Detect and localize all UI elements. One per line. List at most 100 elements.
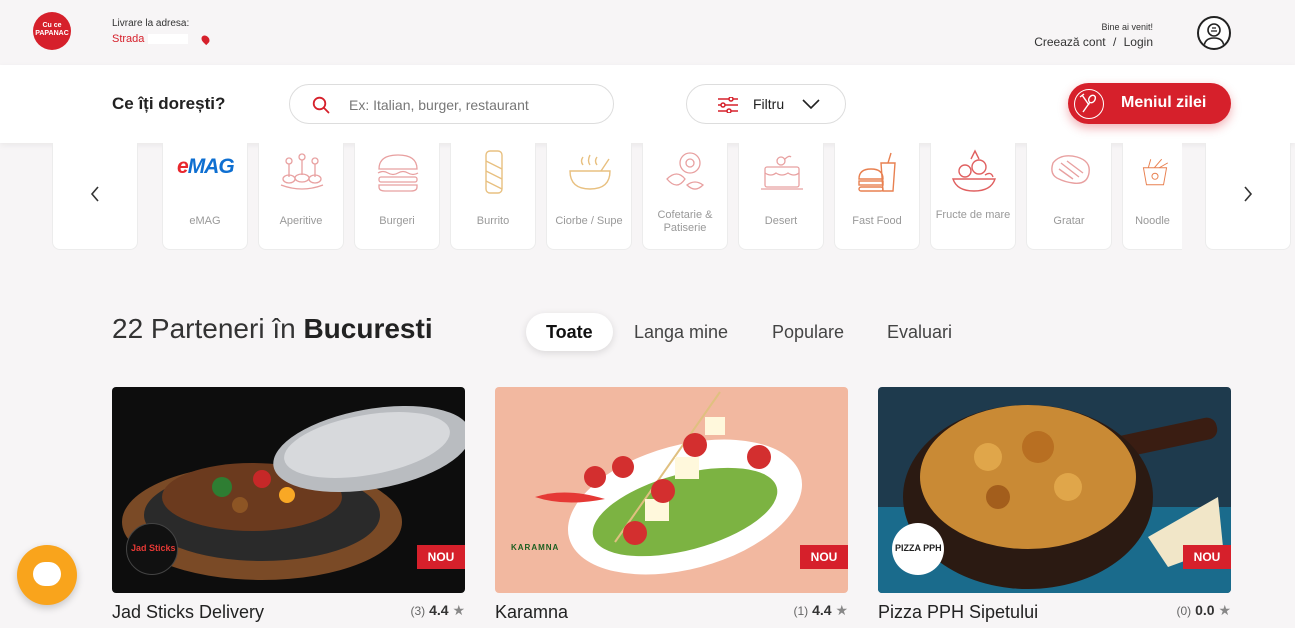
delivery-label: Livrare la adresa:	[112, 18, 190, 29]
site-logo[interactable]: Cu ce PAPANAC	[33, 12, 71, 50]
restaurant-name[interactable]: Karamna	[495, 602, 568, 623]
review-count: (3)	[410, 604, 426, 618]
rating-value: 4.4	[812, 602, 832, 618]
review-count: (1)	[793, 604, 809, 618]
account-area: Bine ai venit! Creează cont / Login	[1034, 22, 1153, 49]
restaurant-logo: PIZZA PPH	[892, 523, 944, 575]
restaurant-name[interactable]: Pizza PPH Sipetului	[878, 602, 1038, 623]
soup-bowl-icon	[569, 154, 611, 190]
restaurant-card[interactable]: KARAMNA NOU Karamna (1) 4.4 ★	[495, 387, 848, 622]
user-avatar-icon[interactable]	[1197, 16, 1231, 50]
filter-label: Filtru	[753, 96, 785, 112]
tab-evaluari[interactable]: Evaluari	[887, 313, 952, 351]
category-label: Burgeri	[379, 215, 415, 227]
review-count: (0)	[1176, 604, 1192, 618]
restaurant-logo: KARAMNA	[511, 543, 560, 552]
logo-text: Cu ce PAPANAC	[35, 22, 69, 37]
category-label: Desert	[764, 215, 798, 227]
category-label: Gratar	[1053, 215, 1085, 227]
restaurant-rating: (1) 4.4 ★	[794, 602, 848, 619]
search-question: Ce îți dorești?	[112, 94, 226, 113]
star-icon: ★	[1218, 602, 1231, 618]
category-fructe-de-mare[interactable]: Fructe de mare	[930, 143, 1016, 250]
new-badge: NOU	[800, 545, 848, 569]
cake-icon	[761, 155, 803, 190]
category-emag[interactable]: eMAG eMAG	[162, 143, 248, 250]
partners-heading: 22 Parteneri în Bucuresti	[112, 313, 433, 345]
category-burgeri[interactable]: Burgeri	[354, 143, 440, 250]
category-label: Fructe de mare	[935, 209, 1011, 221]
category-next-button[interactable]	[1205, 143, 1291, 250]
map-pin-icon	[200, 33, 212, 45]
category-desert[interactable]: Desert	[738, 143, 824, 250]
chevron-left-icon	[89, 185, 101, 208]
category-burrito[interactable]: Burrito	[450, 143, 536, 250]
category-fast-food[interactable]: Fast Food	[834, 143, 920, 250]
chat-bubble-icon	[33, 562, 61, 586]
emag-logo: eMAG	[177, 155, 235, 178]
cutlery-icon	[1074, 89, 1104, 119]
partners-count: 22 Parteneri în	[112, 313, 296, 344]
restaurant-photo[interactable]: Jad Sticks NOU	[112, 387, 465, 593]
seafood-icon	[952, 149, 996, 192]
burger-icon	[377, 154, 419, 192]
tab-toate[interactable]: Toate	[526, 313, 613, 351]
category-strip: eMAG eMAG Aperitive Burgeri Burrito Cior…	[0, 143, 1295, 253]
category-label: Cofetarie & Patiserie	[657, 209, 713, 234]
tab-populare[interactable]: Populare	[772, 313, 844, 351]
delivery-address-text: Strada	[112, 33, 145, 45]
chevron-down-icon	[801, 97, 821, 116]
top-bar: Cu ce PAPANAC Livrare la adresa: Strada …	[0, 0, 1295, 65]
login-link[interactable]: Login	[1124, 35, 1153, 49]
daily-menu-label: Meniul zilei	[1121, 94, 1207, 111]
search-icon	[312, 96, 330, 119]
new-badge: NOU	[417, 545, 465, 569]
search-input[interactable]	[349, 95, 589, 115]
category-label: Aperitive	[279, 215, 323, 227]
rating-value: 4.4	[429, 602, 449, 618]
new-badge: NOU	[1183, 545, 1231, 569]
rating-value: 0.0	[1195, 602, 1215, 618]
restaurant-logo: Jad Sticks	[126, 523, 178, 575]
category-label: eMAG	[189, 215, 221, 227]
pastry-icon	[666, 152, 704, 190]
category-prev-button[interactable]	[52, 143, 138, 250]
category-gratar[interactable]: Gratar	[1026, 143, 1112, 250]
chat-button[interactable]	[17, 545, 77, 605]
category-label: Ciorbe / Supe	[555, 215, 623, 227]
restaurant-rating: (0) 0.0 ★	[1177, 602, 1231, 619]
star-icon: ★	[835, 602, 848, 618]
search-box[interactable]	[289, 84, 614, 124]
fast-food-icon	[858, 152, 896, 192]
burrito-icon	[485, 150, 503, 194]
search-bar: Ce îți dorești? Filtru Meniul zilei	[0, 65, 1295, 143]
restaurant-photo[interactable]: PIZZA PPH NOU	[878, 387, 1231, 593]
partners-city: Bucuresti	[303, 313, 433, 344]
star-icon: ★	[452, 602, 465, 618]
create-account-link[interactable]: Creează cont	[1034, 35, 1105, 49]
category-ciorbe-supe[interactable]: Ciorbe / Supe	[546, 143, 632, 250]
chevron-right-icon	[1242, 185, 1254, 208]
link-separator: /	[1112, 35, 1117, 49]
sliders-icon	[717, 96, 739, 118]
tab-langa-mine[interactable]: Langa mine	[634, 313, 728, 351]
noodle-box-icon	[1142, 158, 1169, 186]
steak-icon	[1051, 155, 1090, 184]
category-aperitive[interactable]: Aperitive	[258, 143, 344, 250]
delivery-address[interactable]: Livrare la adresa: Strada	[112, 18, 212, 45]
category-label: Fast Food	[852, 215, 902, 227]
address-redaction	[148, 34, 189, 44]
category-label: Burrito	[476, 215, 510, 227]
restaurant-card[interactable]: PIZZA PPH NOU Pizza PPH Sipetului (0) 0.…	[878, 387, 1231, 622]
category-label: Noodle	[1135, 215, 1170, 227]
filter-dropdown[interactable]: Filtru	[686, 84, 846, 124]
appetizer-skewers-icon	[280, 153, 324, 190]
category-noodle[interactable]: Noodle	[1122, 143, 1182, 250]
restaurant-card[interactable]: Jad Sticks NOU Jad Sticks Delivery (3) 4…	[112, 387, 465, 622]
welcome-text: Bine ai venit!	[1101, 22, 1153, 32]
restaurant-name[interactable]: Jad Sticks Delivery	[112, 602, 264, 623]
category-cofetarie[interactable]: Cofetarie & Patiserie	[642, 143, 728, 250]
restaurant-rating: (3) 4.4 ★	[411, 602, 465, 619]
daily-menu-button[interactable]: Meniul zilei	[1068, 83, 1231, 124]
restaurant-photo[interactable]: KARAMNA NOU	[495, 387, 848, 593]
